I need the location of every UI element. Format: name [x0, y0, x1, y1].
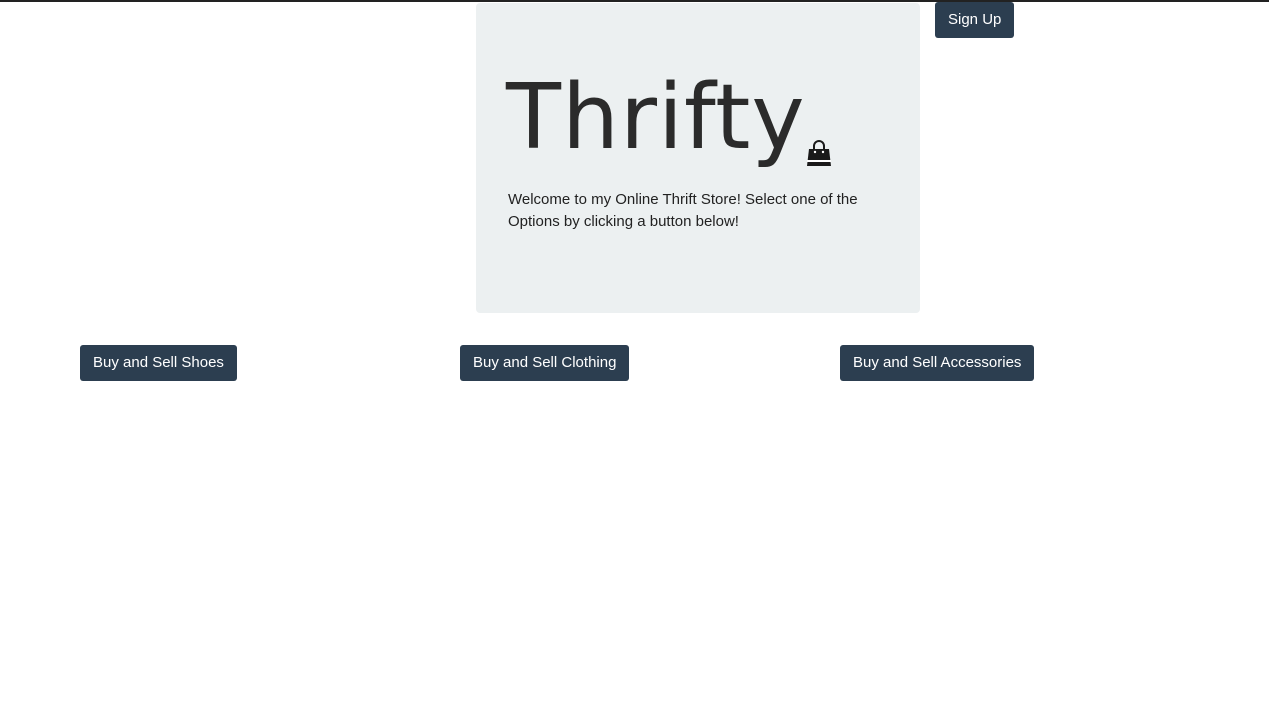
sign-up-button[interactable]: Sign Up: [935, 2, 1015, 38]
hero-panel: Thrifty Welcome to my Online Thrift Stor…: [476, 3, 920, 313]
welcome-text: Welcome to my Online Thrift Store! Selec…: [508, 191, 858, 230]
buy-sell-accessories-button[interactable]: Buy and Sell Accessories: [840, 345, 1035, 381]
shopping-bag-icon: [806, 139, 832, 167]
buy-sell-shoes-button[interactable]: Buy and Sell Shoes: [80, 345, 237, 381]
top-border: [0, 0, 1269, 2]
brand-title: Thrifty: [506, 65, 806, 170]
buy-sell-clothing-button[interactable]: Buy and Sell Clothing: [460, 345, 630, 381]
